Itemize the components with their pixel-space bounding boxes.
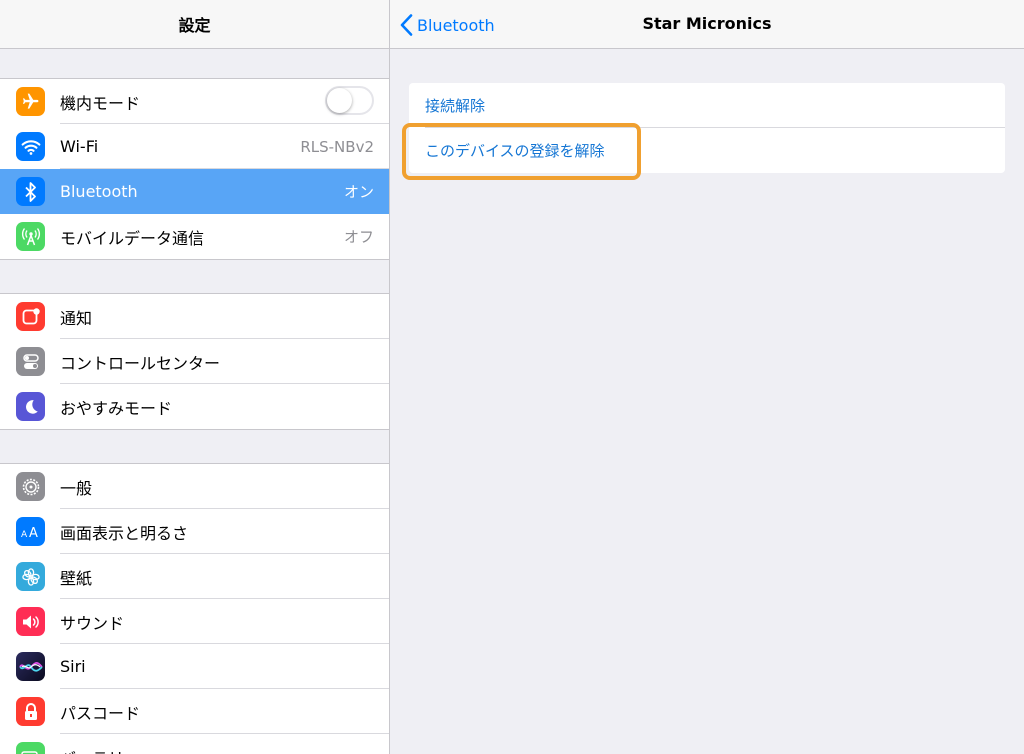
svg-text:A: A <box>21 530 28 540</box>
settings-sidebar: 設定 機内モード Wi-Fi RLS-NBv2 Bluetooth オン モバイ… <box>0 0 390 754</box>
sidebar-item-label: サウンド <box>60 613 125 633</box>
wifi-network-value: RLS-NBv2 <box>300 137 374 156</box>
wallpaper-icon <box>16 562 45 591</box>
sidebar-item-general[interactable]: 一般 <box>0 464 389 509</box>
sidebar-item-label: 壁紙 <box>60 568 93 588</box>
gear-icon <box>16 472 45 501</box>
sidebar-item-notifications[interactable]: 通知 <box>0 294 389 339</box>
device-detail-pane: Bluetooth Star Micronics 接続解除 このデバイスの登録を… <box>390 0 1024 754</box>
sidebar-item-label: Siri <box>60 657 86 676</box>
notifications-icon <box>16 302 45 331</box>
sidebar-item-display[interactable]: AA 画面表示と明るさ <box>0 509 389 554</box>
device-actions-group: 接続解除 このデバイスの登録を解除 <box>409 83 1005 173</box>
moon-icon <box>16 392 45 421</box>
page-title: Star Micronics <box>642 14 772 33</box>
sidebar-header: 設定 <box>0 0 389 49</box>
forget-device-button[interactable]: このデバイスの登録を解除 <box>409 128 1005 173</box>
settings-app: 設定 機内モード Wi-Fi RLS-NBv2 Bluetooth オン モバイ… <box>0 0 1024 754</box>
forget-device-label: このデバイスの登録を解除 <box>425 142 605 160</box>
sidebar-item-label: モバイルデータ通信 <box>60 228 205 248</box>
sidebar-item-label: コントロールセンター <box>60 353 221 373</box>
sidebar-item-sounds[interactable]: サウンド <box>0 599 389 644</box>
display-icon: AA <box>16 517 45 546</box>
bluetooth-status-value: オン <box>343 183 374 201</box>
settings-group-connectivity: 機内モード Wi-Fi RLS-NBv2 Bluetooth オン モバイルデー… <box>0 78 389 260</box>
airplane-icon <box>16 87 45 116</box>
sidebar-item-wifi[interactable]: Wi-Fi RLS-NBv2 <box>0 124 389 169</box>
siri-icon <box>16 652 45 681</box>
sidebar-item-label: おやすみモード <box>60 398 173 418</box>
sidebar-item-passcode[interactable]: パスコード <box>0 689 389 734</box>
sidebar-item-cellular[interactable]: モバイルデータ通信 オフ <box>0 214 389 259</box>
control-center-icon <box>16 347 45 376</box>
sidebar-item-wallpaper[interactable]: 壁紙 <box>0 554 389 599</box>
sidebar-item-label: Bluetooth <box>60 182 138 201</box>
svg-text:A: A <box>29 526 38 540</box>
lock-icon <box>16 697 45 726</box>
sidebar-item-label: Wi-Fi <box>60 137 99 156</box>
sidebar-title: 設定 <box>178 16 211 35</box>
disconnect-button[interactable]: 接続解除 <box>409 83 1005 128</box>
cellular-icon <box>16 222 45 251</box>
sidebar-item-battery[interactable]: バッテリー <box>0 734 389 754</box>
cellular-status-value: オフ <box>343 228 374 246</box>
toggle-knob <box>327 88 352 113</box>
sidebar-item-label: 画面表示と明るさ <box>60 523 189 543</box>
battery-icon <box>16 742 45 754</box>
sidebar-item-do-not-disturb[interactable]: おやすみモード <box>0 384 389 429</box>
detail-nav-bar: Bluetooth Star Micronics <box>390 0 1024 49</box>
sidebar-item-label: 機内モード <box>60 93 141 113</box>
airplane-mode-toggle[interactable] <box>325 86 374 115</box>
sidebar-item-control-center[interactable]: コントロールセンター <box>0 339 389 384</box>
wifi-icon <box>16 132 45 161</box>
sidebar-item-label: 通知 <box>60 308 93 328</box>
settings-group-general: 一般 AA 画面表示と明るさ 壁紙 サウンド Siri パスコード <box>0 463 389 754</box>
sidebar-item-bluetooth[interactable]: Bluetooth オン <box>0 169 389 214</box>
sidebar-item-label: バッテリー <box>60 745 140 754</box>
sidebar-item-label: パスコード <box>60 703 141 723</box>
settings-group-notifications: 通知 コントロールセンター おやすみモード <box>0 293 389 430</box>
sidebar-item-label: 一般 <box>60 478 93 498</box>
sidebar-item-airplane[interactable]: 機内モード <box>0 79 389 124</box>
bluetooth-icon <box>16 177 45 206</box>
sidebar-item-siri[interactable]: Siri <box>0 644 389 689</box>
disconnect-label: 接続解除 <box>425 97 486 115</box>
speaker-icon <box>16 607 45 636</box>
